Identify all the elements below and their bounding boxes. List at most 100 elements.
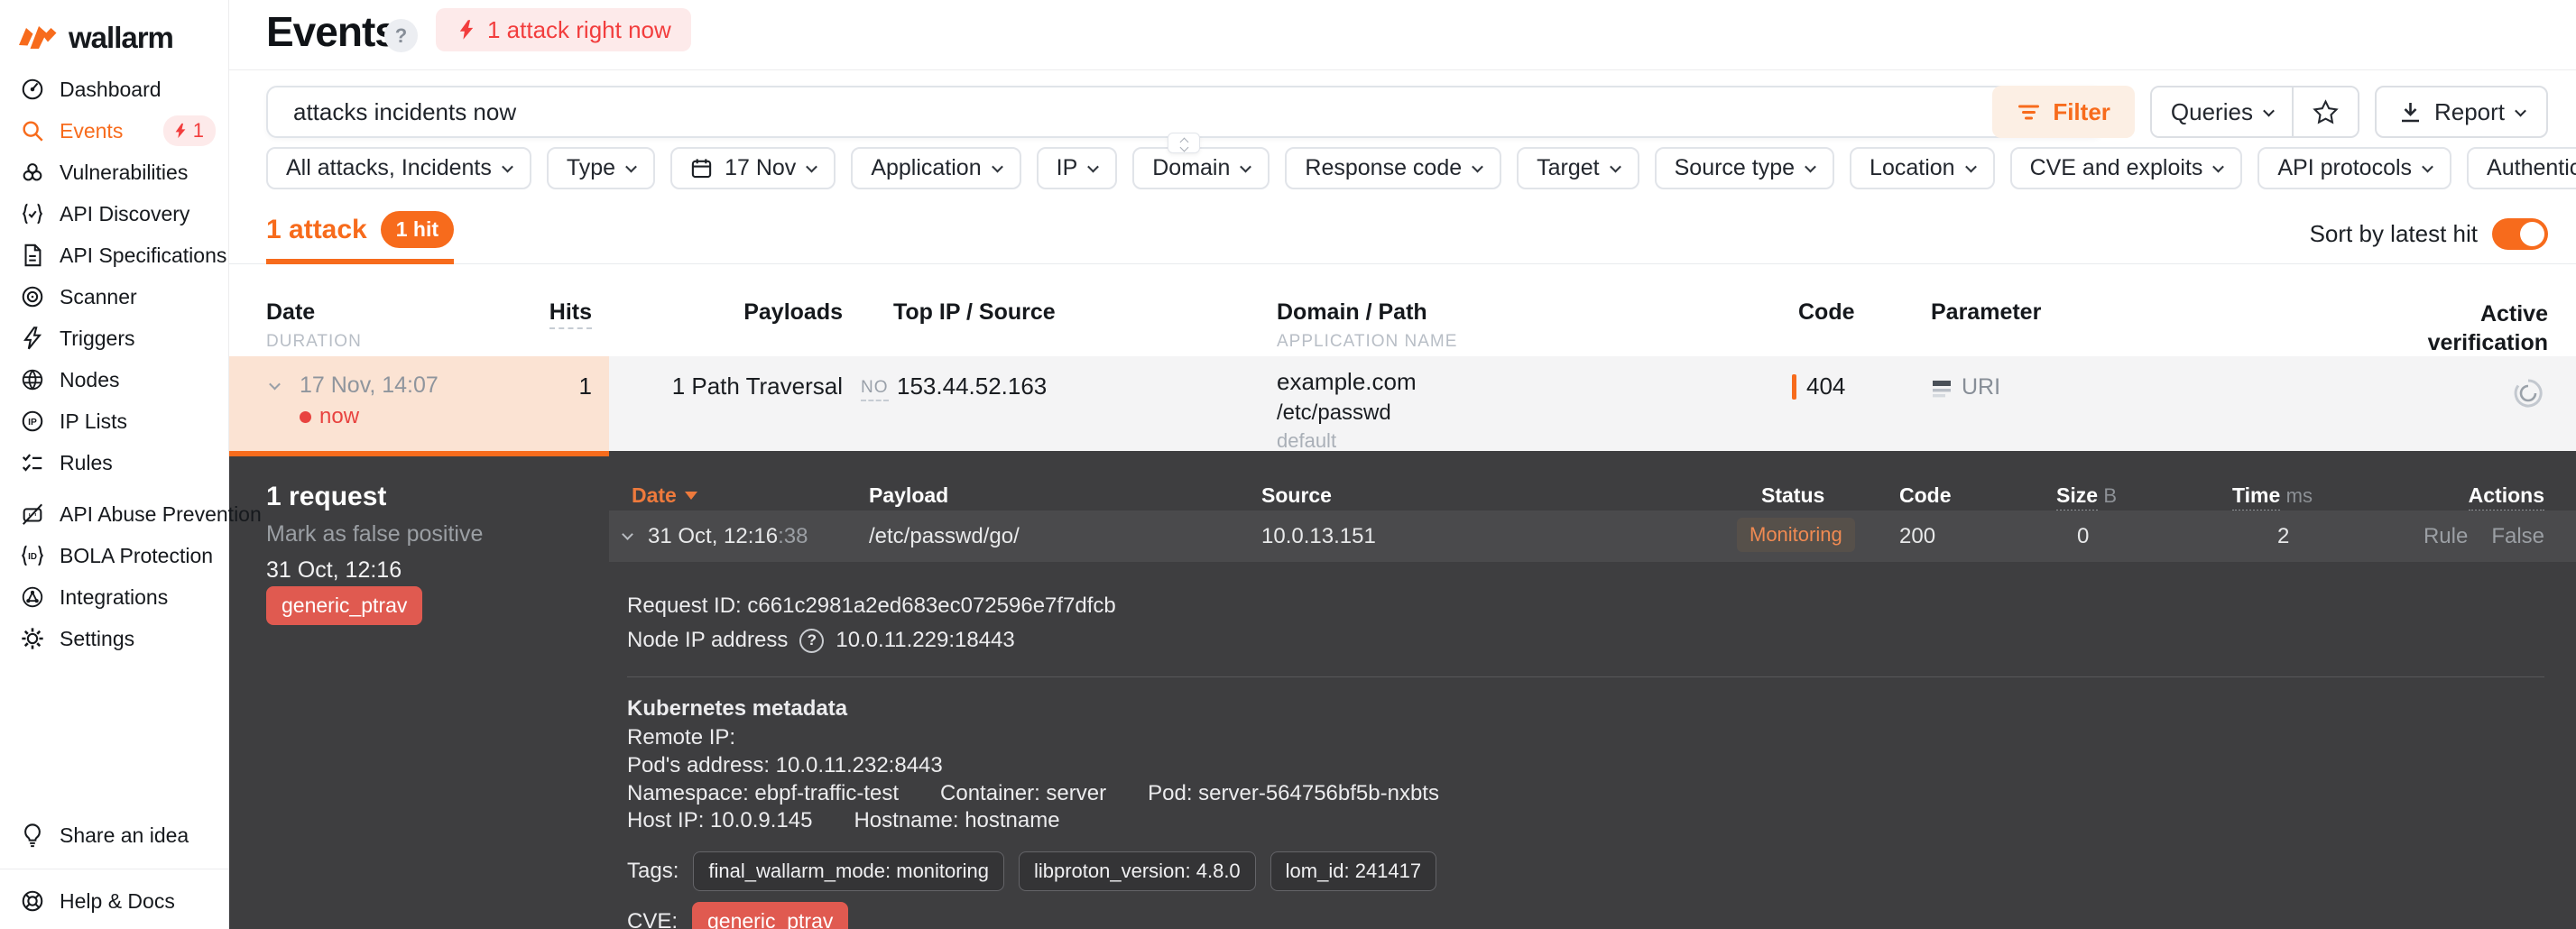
mark-false-positive-link[interactable]: Mark as false positive <box>266 521 483 547</box>
column-header-active-verification: Active verification <box>2427 301 2548 355</box>
sidebar-item-nodes[interactable]: Nodes <box>0 359 228 400</box>
chevron-down-icon <box>625 161 637 173</box>
sidebar-item-share-an-idea[interactable]: Share an idea <box>0 814 228 856</box>
column-header-hits[interactable]: Hits <box>527 299 592 329</box>
attack-type-tag[interactable]: generic_ptrav <box>266 586 423 625</box>
request-column-size[interactable]: Size B <box>2056 483 2117 511</box>
filter-chip-cve[interactable]: CVE and exploits <box>2009 147 2243 189</box>
false-action-link[interactable]: False <box>2491 524 2544 549</box>
request-source: 10.0.13.151 <box>1261 524 1376 548</box>
tags-label: Tags: <box>627 859 679 883</box>
filter-button[interactable]: Filter <box>1992 86 2135 138</box>
chevron-down-icon <box>1609 161 1621 173</box>
sidebar-item-triggers[interactable]: Triggers <box>0 317 228 359</box>
column-header-top-ip-source: Top IP / Source <box>893 299 1056 325</box>
node-ip-label: Node IP address <box>627 628 789 652</box>
toolbar: Filter Queries Report <box>1992 86 2548 138</box>
tab-attacks[interactable]: 1 attack 1 hit <box>266 211 455 264</box>
filter-chip-source-type[interactable]: Source type <box>1654 147 1835 189</box>
report-button[interactable]: Report <box>2374 86 2548 138</box>
tag-pill[interactable]: final_wallarm_mode: monitoring <box>693 851 1004 891</box>
hostname: Hostname: hostname <box>854 808 1060 832</box>
request-column-date[interactable]: Date <box>632 483 697 508</box>
sidebar-item-dashboard[interactable]: Dashboard <box>0 69 228 110</box>
column-header-duration: DURATION <box>266 332 362 351</box>
attack-alert-badge[interactable]: 1 attack right now <box>436 8 691 51</box>
filter-chip-attacks-incidents[interactable]: All attacks, Incidents <box>266 147 531 189</box>
attack-path: /etc/passwd <box>1277 400 1391 425</box>
filter-chip-domain[interactable]: Domain <box>1132 147 1270 189</box>
rule-action-link[interactable]: Rule <box>2424 524 2468 549</box>
svg-text:ID: ID <box>28 552 37 562</box>
dashboard-icon <box>19 76 46 103</box>
sidebar-item-api-abuse-prevention[interactable]: API Abuse Prevention <box>0 493 262 535</box>
hit-count-badge: 1 hit <box>380 211 455 248</box>
selected-row-indicator <box>229 451 609 456</box>
globe-icon <box>19 366 46 393</box>
collapse-search-handle[interactable] <box>1168 133 1200 153</box>
help-icon[interactable]: ? <box>384 19 418 52</box>
filter-chip-authentication[interactable]: Authentication <box>2467 147 2576 189</box>
toggle-knob <box>2520 222 2544 246</box>
filter-chip-date[interactable]: 17 Nov <box>670 147 836 189</box>
filter-chip-type[interactable]: Type <box>546 147 656 189</box>
request-date: 31 Oct, 12:16:38 <box>648 524 808 548</box>
node-ip-value: 10.0.11.229:18443 <box>836 628 1015 652</box>
chevron-down-icon <box>991 161 1003 173</box>
gear-icon <box>19 625 46 652</box>
verification-spinner-icon[interactable] <box>2511 376 2545 410</box>
pod-address: Pod's address: 10.0.11.232:8443 <box>627 753 943 777</box>
filter-chip-application[interactable]: Application <box>851 147 1021 189</box>
sidebar-item-api-specifications[interactable]: API Specifications <box>0 235 228 276</box>
page-header: Events ? 1 attack right now <box>229 0 2576 70</box>
attack-row-body <box>609 356 2576 451</box>
request-size: 0 <box>2077 524 2090 548</box>
tag-pill[interactable]: libproton_version: 4.8.0 <box>1018 851 1256 891</box>
sidebar-item-scanner[interactable]: Scanner <box>0 276 228 317</box>
sidebar-item-ip-lists[interactable]: IP IP Lists <box>0 400 228 442</box>
tag-pill[interactable]: lom_id: 241417 <box>1270 851 1437 891</box>
tags-row: Tags: final_wallarm_mode: monitoring lib… <box>627 851 1437 891</box>
sidebar: wallarm Dashboard Events 1 Vulnerabiliti… <box>0 0 262 929</box>
sort-toggle[interactable] <box>2492 218 2548 250</box>
source-country-tag[interactable]: NO <box>861 378 889 401</box>
sidebar-item-events[interactable]: Events 1 <box>0 110 228 152</box>
favorite-button[interactable] <box>2291 87 2358 136</box>
network-icon <box>19 584 46 611</box>
sidebar-footer: Share an idea Help & Docs <box>0 814 228 929</box>
events-table: Date DURATION Hits Payloads Top IP / Sou… <box>229 298 2576 452</box>
sidebar-item-api-discovery[interactable]: API Discovery <box>0 193 228 235</box>
sidebar-item-label: Vulnerabilities <box>60 160 189 184</box>
request-column-source: Source <box>1261 483 1332 507</box>
download-icon <box>2401 102 2419 122</box>
filter-chip-response-code[interactable]: Response code <box>1285 147 1502 189</box>
sidebar-item-label: Events <box>60 118 124 143</box>
sidebar-item-integrations[interactable]: Integrations <box>0 576 228 618</box>
events-attack-count-badge: 1 <box>162 115 216 146</box>
queries-button[interactable]: Queries <box>2151 87 2292 136</box>
sidebar-item-vulnerabilities[interactable]: Vulnerabilities <box>0 152 228 193</box>
braces-id-icon: ID <box>19 542 46 569</box>
filter-chip-api-protocols[interactable]: API protocols <box>2257 147 2452 189</box>
request-column-actions[interactable]: Actions <box>2468 483 2544 511</box>
attack-row[interactable]: 17 Nov, 14:07 now 1 1 Path Traversal NO … <box>229 356 2576 452</box>
host-ip: Host IP: 10.0.9.145 <box>627 808 813 832</box>
filter-chip-target[interactable]: Target <box>1517 147 1639 189</box>
sidebar-item-settings[interactable]: Settings <box>0 618 228 659</box>
sidebar-item-help-docs[interactable]: Help & Docs <box>0 880 228 922</box>
filter-icon <box>2018 105 2040 119</box>
filter-chip-ip[interactable]: IP <box>1036 147 1118 189</box>
request-payload: /etc/passwd/go/ <box>869 524 1020 548</box>
sidebar-item-rules[interactable]: Rules <box>0 442 228 483</box>
sidebar-item-label: Integrations <box>60 584 169 609</box>
sidebar-item-bola-protection[interactable]: ID BOLA Protection <box>0 535 228 576</box>
wallarm-logo[interactable]: wallarm <box>0 0 228 69</box>
filter-chip-location[interactable]: Location <box>1850 147 1995 189</box>
question-circle-icon[interactable]: ? <box>799 628 825 653</box>
column-header-code: Code <box>1798 299 1855 325</box>
search-input[interactable] <box>268 97 1992 126</box>
request-column-time[interactable]: Time ms <box>2232 483 2313 511</box>
sidebar-item-label: Settings <box>60 626 135 650</box>
cve-tag[interactable]: generic_ptrav <box>692 902 849 929</box>
sidebar-item-label: API Abuse Prevention <box>60 501 262 526</box>
